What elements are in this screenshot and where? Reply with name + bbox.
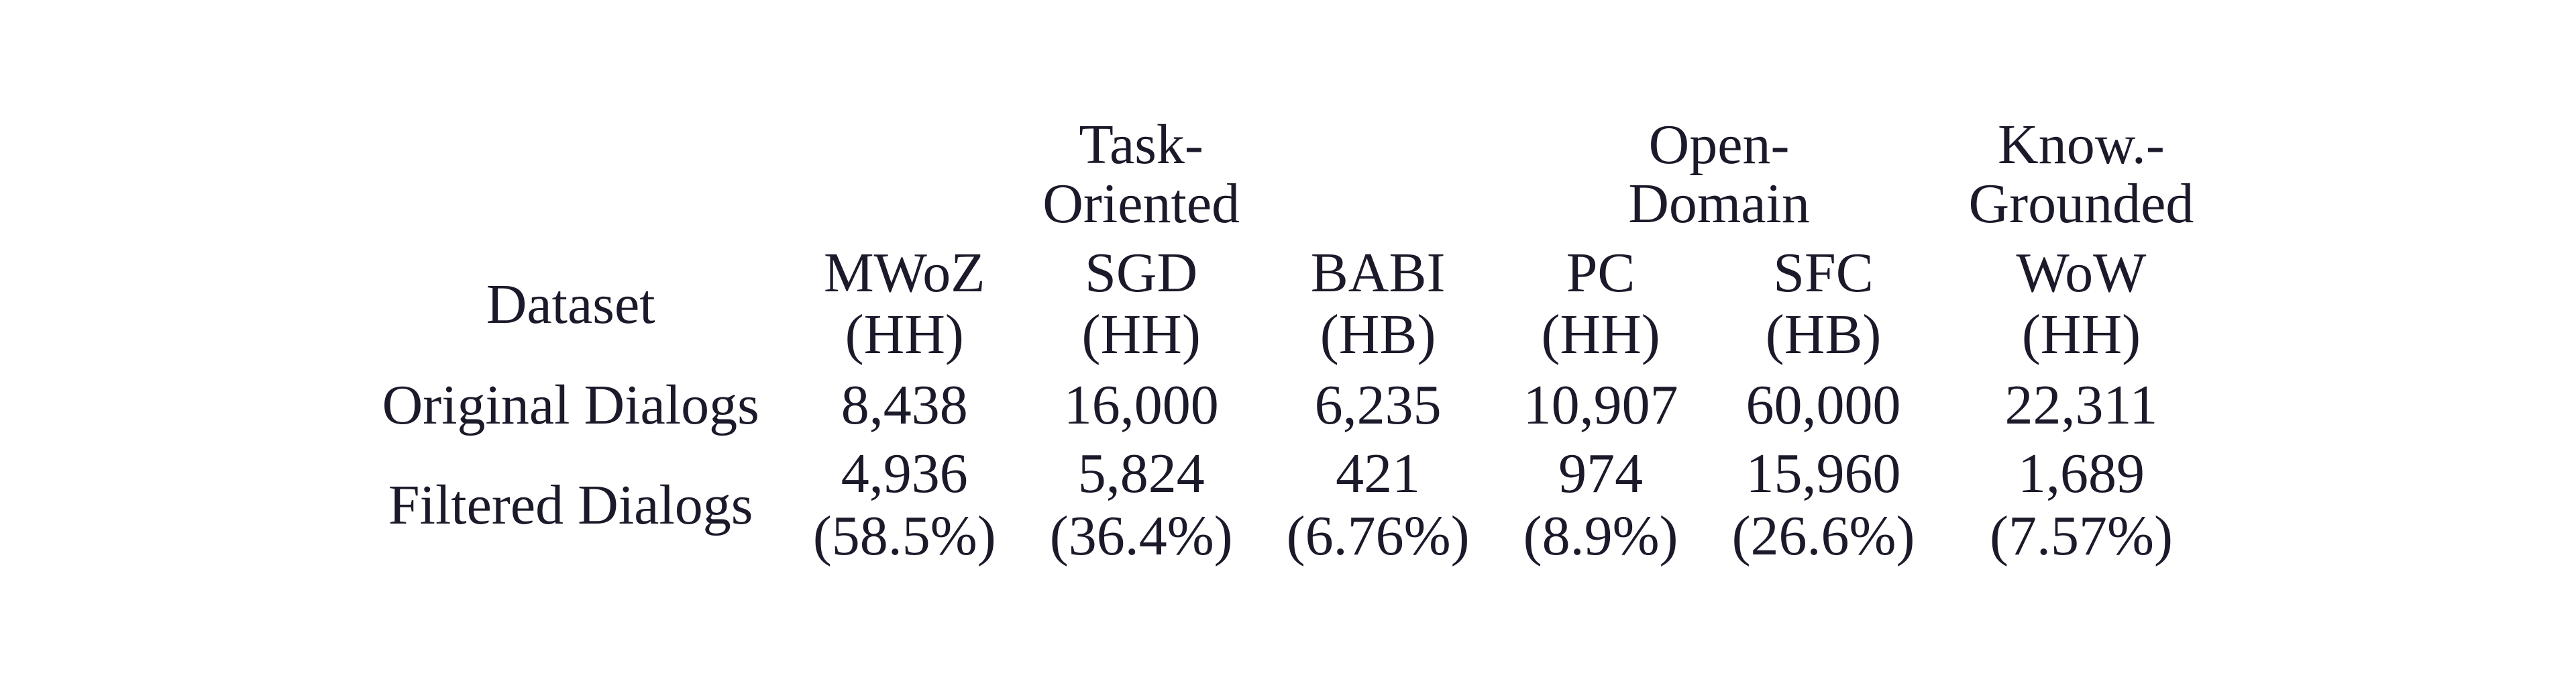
filtered-count: 1,689 (1990, 443, 2173, 505)
filtered-count: 421 (1287, 443, 1470, 505)
dataset-row: Dataset MWoZ (HH) SGD (HH) BABI (HB) (356, 240, 2221, 371)
filtered-count: 4,936 (813, 443, 996, 505)
cell-original-mwoz: 8,438 (786, 371, 1023, 441)
group-header-know-grounded: Know.- Grounded (1942, 113, 2221, 240)
group-header-line2: Domain (1628, 175, 1810, 234)
col-header-mwoz: MWoZ (HH) (786, 240, 1023, 371)
cell-filtered-wow: 1,689 (7.57%) (1942, 440, 2221, 571)
dataset-mode: (HB) (1766, 304, 1882, 366)
filtered-count: 15,960 (1732, 443, 1915, 505)
group-header-task-oriented: Task- Oriented (786, 113, 1497, 240)
dataset-mode: (HB) (1311, 304, 1446, 366)
col-header-sfc: SFC (HB) (1705, 240, 1942, 371)
dataset-name: SGD (1082, 242, 1201, 304)
original-dialogs-row: Original Dialogs 8,438 16,000 6,235 10,9… (356, 371, 2221, 441)
dataset-mode: (HH) (1082, 304, 1201, 366)
cell-original-pc: 10,907 (1497, 371, 1705, 441)
filtered-count: 5,824 (1050, 443, 1233, 505)
filtered-percent: (26.6%) (1732, 505, 1915, 567)
dataset-name: BABI (1311, 242, 1446, 304)
col-header-sgd: SGD (HH) (1023, 240, 1260, 371)
col-header-wow: WoW (HH) (1942, 240, 2221, 371)
cell-original-sfc: 60,000 (1705, 371, 1942, 441)
filtered-count: 974 (1523, 443, 1678, 505)
row-label-filtered: Filtered Dialogs (356, 440, 786, 571)
group-header-line2: Grounded (1969, 175, 2194, 234)
dataset-name: MWoZ (824, 242, 985, 304)
group-header-line2: Oriented (1042, 175, 1240, 234)
group-header-line1: Know.- (1969, 115, 2194, 175)
row-label-original: Original Dialogs (356, 371, 786, 441)
dataset-name: PC (1541, 242, 1660, 304)
cell-filtered-sgd: 5,824 (36.4%) (1023, 440, 1260, 571)
cell-filtered-babi: 421 (6.76%) (1260, 440, 1497, 571)
filtered-percent: (6.76%) (1287, 505, 1470, 567)
cell-original-sgd: 16,000 (1023, 371, 1260, 441)
cell-filtered-pc: 974 (8.9%) (1497, 440, 1705, 571)
group-header-line1: Open- (1628, 115, 1810, 175)
filtered-dialogs-row: Filtered Dialogs 4,936 (58.5%) 5,824 (36… (356, 440, 2221, 571)
page: Task- Oriented Open- Domain Know.- Groun… (0, 0, 2576, 684)
col-header-babi: BABI (HB) (1260, 240, 1497, 371)
dataset-mode: (HH) (1541, 304, 1660, 366)
group-header-line1: Task- (1042, 115, 1240, 175)
dataset-mode: (HH) (824, 304, 985, 366)
filtered-percent: (58.5%) (813, 505, 996, 567)
cell-filtered-mwoz: 4,936 (58.5%) (786, 440, 1023, 571)
filtered-percent: (8.9%) (1523, 505, 1678, 567)
cell-original-babi: 6,235 (1260, 371, 1497, 441)
group-header-row: Task- Oriented Open- Domain Know.- Groun… (356, 113, 2221, 240)
dataset-name: WoW (2017, 242, 2147, 304)
group-header-open-domain: Open- Domain (1497, 113, 1942, 240)
cell-filtered-sfc: 15,960 (26.6%) (1705, 440, 1942, 571)
dataset-name: SFC (1766, 242, 1882, 304)
dataset-mode: (HH) (2017, 304, 2147, 366)
filtered-percent: (36.4%) (1050, 505, 1233, 567)
row-label-dataset: Dataset (356, 240, 786, 371)
dialog-stats-table: Task- Oriented Open- Domain Know.- Groun… (356, 113, 2221, 571)
cell-original-wow: 22,311 (1942, 371, 2221, 441)
col-header-pc: PC (HH) (1497, 240, 1705, 371)
filtered-percent: (7.57%) (1990, 505, 2173, 567)
blank-cell (356, 113, 786, 240)
